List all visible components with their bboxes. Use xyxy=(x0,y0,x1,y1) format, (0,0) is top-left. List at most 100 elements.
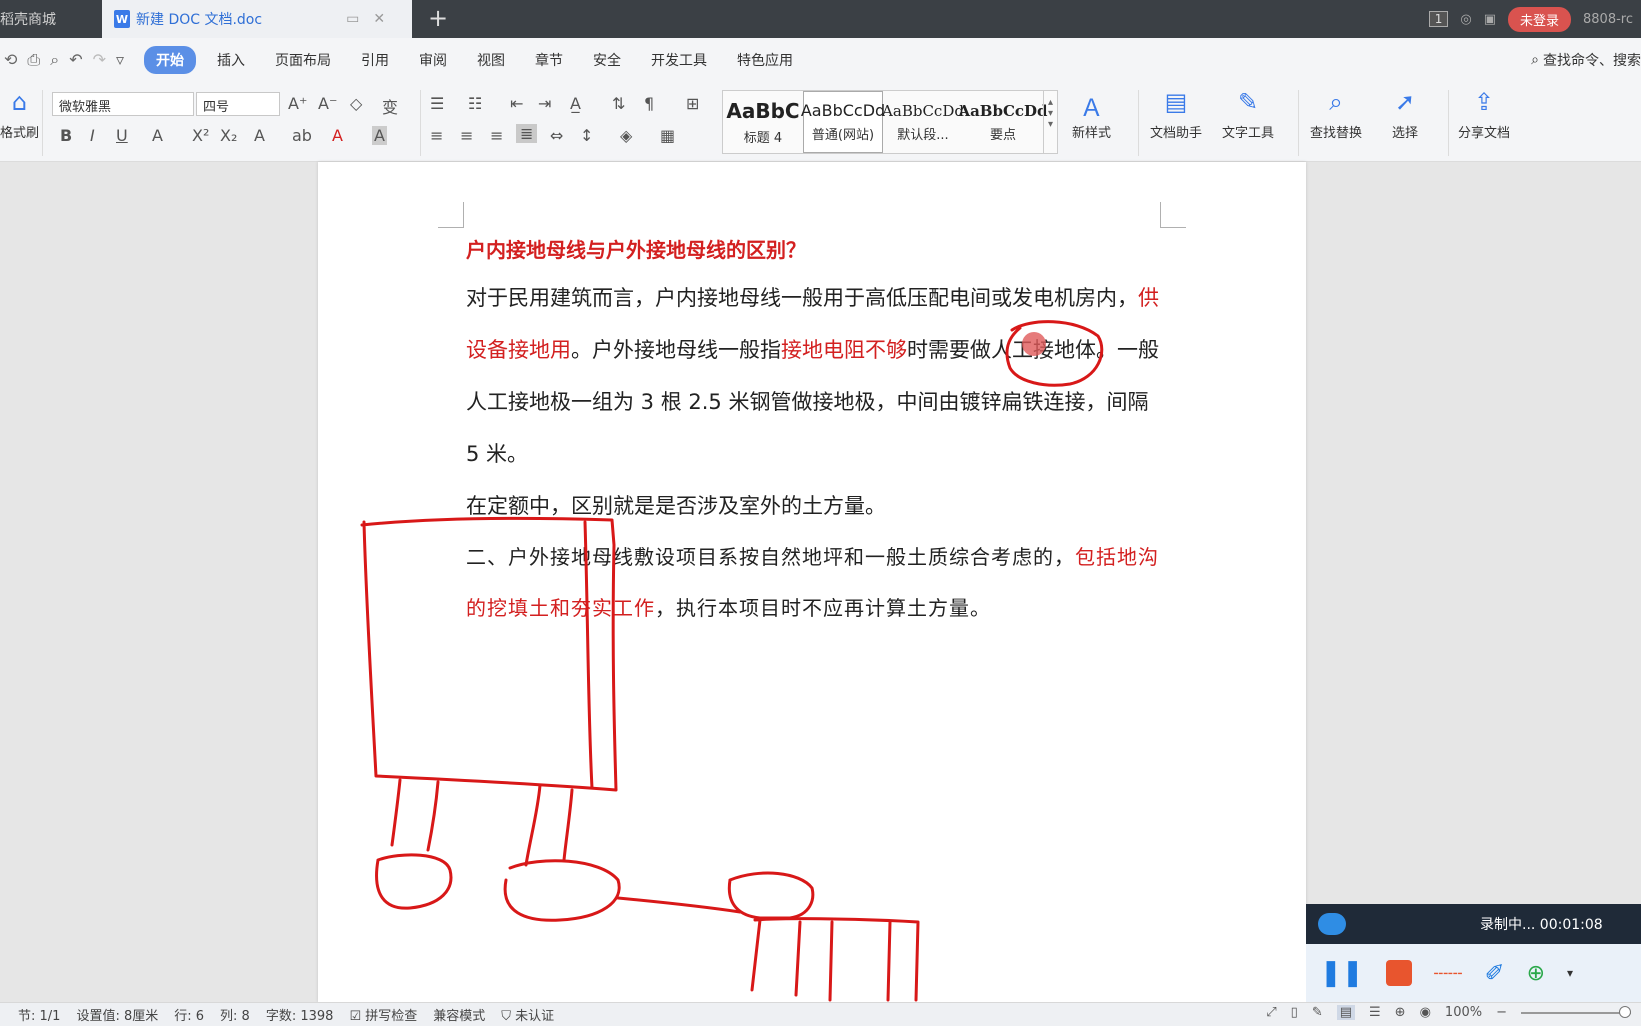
font-color-icon[interactable]: A xyxy=(332,126,343,145)
char-shading-icon[interactable]: A xyxy=(372,126,387,145)
command-search-label: 查找命令、搜索 xyxy=(1543,53,1641,69)
borders-icon[interactable]: ▦ xyxy=(660,126,675,145)
subscript-icon[interactable]: X₂ xyxy=(220,126,237,145)
fullscreen-icon[interactable]: ⤢ xyxy=(1266,1005,1276,1020)
sort-icon[interactable]: ⇅ xyxy=(612,94,625,113)
page-view-icon[interactable]: ▤ xyxy=(1336,1005,1356,1020)
webcam-add-icon[interactable]: ⊕ xyxy=(1527,961,1545,986)
write-view-icon[interactable]: ✎ xyxy=(1312,1005,1323,1020)
distribute-icon[interactable]: ⇔ xyxy=(550,126,563,145)
style-default-para[interactable]: AaBbCcDd 默认段... xyxy=(882,91,964,153)
stop-icon[interactable] xyxy=(1385,960,1412,986)
underline-icon[interactable]: U xyxy=(116,126,128,145)
pin-icon[interactable]: ▭ xyxy=(346,11,359,27)
bullet-list-icon[interactable]: ☰ xyxy=(430,94,444,113)
menu-references[interactable]: 引用 xyxy=(346,50,404,70)
recorder-header: 录制中... 00:01:08 xyxy=(1306,904,1641,944)
login-button[interactable]: 未登录 xyxy=(1508,6,1572,32)
phonetic-icon[interactable]: 变 xyxy=(382,94,398,118)
doc-assistant-button[interactable]: ▤ 文档助手 xyxy=(1150,88,1202,141)
zoom-slider-knob[interactable] xyxy=(1619,1005,1631,1018)
text-tools-button[interactable]: ✎ 文字工具 xyxy=(1222,88,1274,141)
text-direction-icon[interactable]: A̲ xyxy=(570,94,581,113)
clear-format-icon[interactable]: ◇ xyxy=(350,94,362,113)
command-search[interactable]: ⌕ 查找命令、搜索 xyxy=(1531,50,1641,70)
align-right-icon[interactable]: ≡ xyxy=(490,126,503,145)
align-center-icon[interactable]: ≡ xyxy=(460,126,473,145)
undo-icon[interactable]: ↶ xyxy=(69,50,82,70)
numbered-list-icon[interactable]: ☷ xyxy=(468,94,482,113)
style-normal-web[interactable]: AaBbCcDd 普通(网站) xyxy=(801,91,885,153)
italic-icon[interactable]: I xyxy=(90,126,95,145)
justify-icon[interactable]: ≣ xyxy=(516,124,538,143)
table-borders-icon[interactable]: ⊞ xyxy=(686,94,699,113)
menu-view[interactable]: 视图 xyxy=(462,50,520,70)
paragraph-1: 对于民用建筑而言，户内接地母线一般用于高低压配电间或发电机房内，供设备接地用。户… xyxy=(466,272,1166,480)
status-setting[interactable]: 设置值: 8厘米 xyxy=(76,1005,158,1024)
print-preview-icon[interactable]: ⌕ xyxy=(50,50,59,70)
strikethrough-icon[interactable]: A xyxy=(152,126,163,145)
spell-check-button[interactable]: ☑ 拼写检查 xyxy=(349,1005,417,1024)
menu-security[interactable]: 安全 xyxy=(578,50,636,70)
align-left-icon[interactable]: ≡ xyxy=(430,126,443,145)
divider xyxy=(420,90,421,156)
font-name-select[interactable]: 微软雅黑 xyxy=(52,92,194,116)
unverified-button[interactable]: ⛉ 未认证 xyxy=(501,1005,554,1024)
increase-indent-icon[interactable]: ⇥ xyxy=(538,94,551,113)
annotate-tool-icon[interactable]: ✐ xyxy=(1484,959,1504,987)
tab-bar: 稻壳商城 W 新建 DOC 文档.doc ▭ ✕ + 1 ◎ ▣ 未登录 880… xyxy=(0,0,1641,38)
p3-text-a: 二、户外接地母线敷设项目系按自然地坪和一般土质综合考虑的， xyxy=(466,545,1075,569)
tab-document[interactable]: W 新建 DOC 文档.doc ▭ ✕ xyxy=(102,0,412,38)
zoom-out-icon[interactable]: − xyxy=(1496,1005,1507,1020)
superscript-icon[interactable]: X² xyxy=(192,126,209,145)
zoom-level[interactable]: 100% xyxy=(1445,1005,1482,1020)
menu-insert[interactable]: 插入 xyxy=(202,50,260,70)
show-marks-icon[interactable]: ¶ xyxy=(644,94,654,113)
style-heading4[interactable]: AaBbC 标题 4 xyxy=(723,91,803,153)
close-tab-icon[interactable]: ✕ xyxy=(373,11,385,27)
gallery-scroll[interactable]: ▴ ▾ ▾ xyxy=(1043,91,1057,153)
style-key-points[interactable]: AaBbCcDd 要点 xyxy=(958,91,1047,153)
reading-view-icon[interactable]: ▯ xyxy=(1291,1005,1298,1020)
grow-font-icon[interactable]: A⁺ xyxy=(288,94,307,113)
text-effect-icon[interactable]: A xyxy=(254,126,265,145)
new-style-button[interactable]: Ａ 新样式 xyxy=(1072,88,1111,141)
wallet-icon[interactable]: ▣ xyxy=(1484,12,1496,27)
status-word-count[interactable]: 字数: 1398 xyxy=(266,1005,334,1024)
bold-icon[interactable]: B xyxy=(60,126,72,145)
format-painter-button[interactable]: ⌂ 格式刷 xyxy=(0,88,39,141)
select-button[interactable]: ➚ 选择 xyxy=(1392,88,1418,141)
zoom-slider[interactable] xyxy=(1521,1005,1631,1018)
shrink-font-icon[interactable]: A⁻ xyxy=(318,94,337,113)
print-icon[interactable]: ⎙ xyxy=(27,50,40,70)
share-doc-button[interactable]: ⇪ 分享文档 xyxy=(1458,88,1510,141)
web-view-icon[interactable]: ⊕ xyxy=(1395,1005,1406,1020)
menu-chapter[interactable]: 章节 xyxy=(520,50,578,70)
menu-home[interactable]: 开始 xyxy=(144,46,197,74)
menu-special[interactable]: 特色应用 xyxy=(722,50,808,70)
customize-chevron-icon[interactable]: ▿ xyxy=(116,50,124,70)
pen-line-icon[interactable]: ╌╌╌ xyxy=(1434,964,1463,983)
document-page[interactable]: 户内接地母线与户外接地母线的区别？ 对于民用建筑而言，户内接地母线一般用于高低压… xyxy=(318,162,1306,1002)
pause-icon[interactable]: ❚❚ xyxy=(1320,958,1364,988)
tab-store[interactable]: 稻壳商城 xyxy=(0,0,100,38)
skin-icon[interactable]: ◎ xyxy=(1460,12,1471,27)
new-tab-button[interactable]: + xyxy=(428,4,448,32)
window-count-badge[interactable]: 1 xyxy=(1428,11,1449,27)
decrease-indent-icon[interactable]: ⇤ xyxy=(510,94,523,113)
find-replace-button[interactable]: ⌕ 查找替换 xyxy=(1310,88,1362,141)
more-chevron-icon[interactable]: ▾ xyxy=(1567,966,1573,980)
style-preview: AaBbCcDd xyxy=(882,101,964,120)
eye-protection-icon[interactable]: ◉ xyxy=(1420,1005,1431,1020)
menu-review[interactable]: 审阅 xyxy=(404,50,462,70)
highlight-icon[interactable]: ab xyxy=(292,126,312,145)
font-size-select[interactable]: 四号 xyxy=(196,92,280,116)
line-spacing-icon[interactable]: ↕ xyxy=(580,126,593,145)
redo-icon[interactable]: ↷ xyxy=(93,50,106,70)
outline-view-icon[interactable]: ☰ xyxy=(1369,1005,1381,1020)
shading-icon[interactable]: ◈ xyxy=(620,126,632,145)
open-icon[interactable]: ⟲ xyxy=(4,50,17,70)
menu-developer[interactable]: 开发工具 xyxy=(636,50,722,70)
document-body[interactable]: 户内接地母线与户外接地母线的区别？ 对于民用建筑而言，户内接地母线一般用于高低压… xyxy=(466,232,1166,634)
menu-layout[interactable]: 页面布局 xyxy=(260,50,346,70)
